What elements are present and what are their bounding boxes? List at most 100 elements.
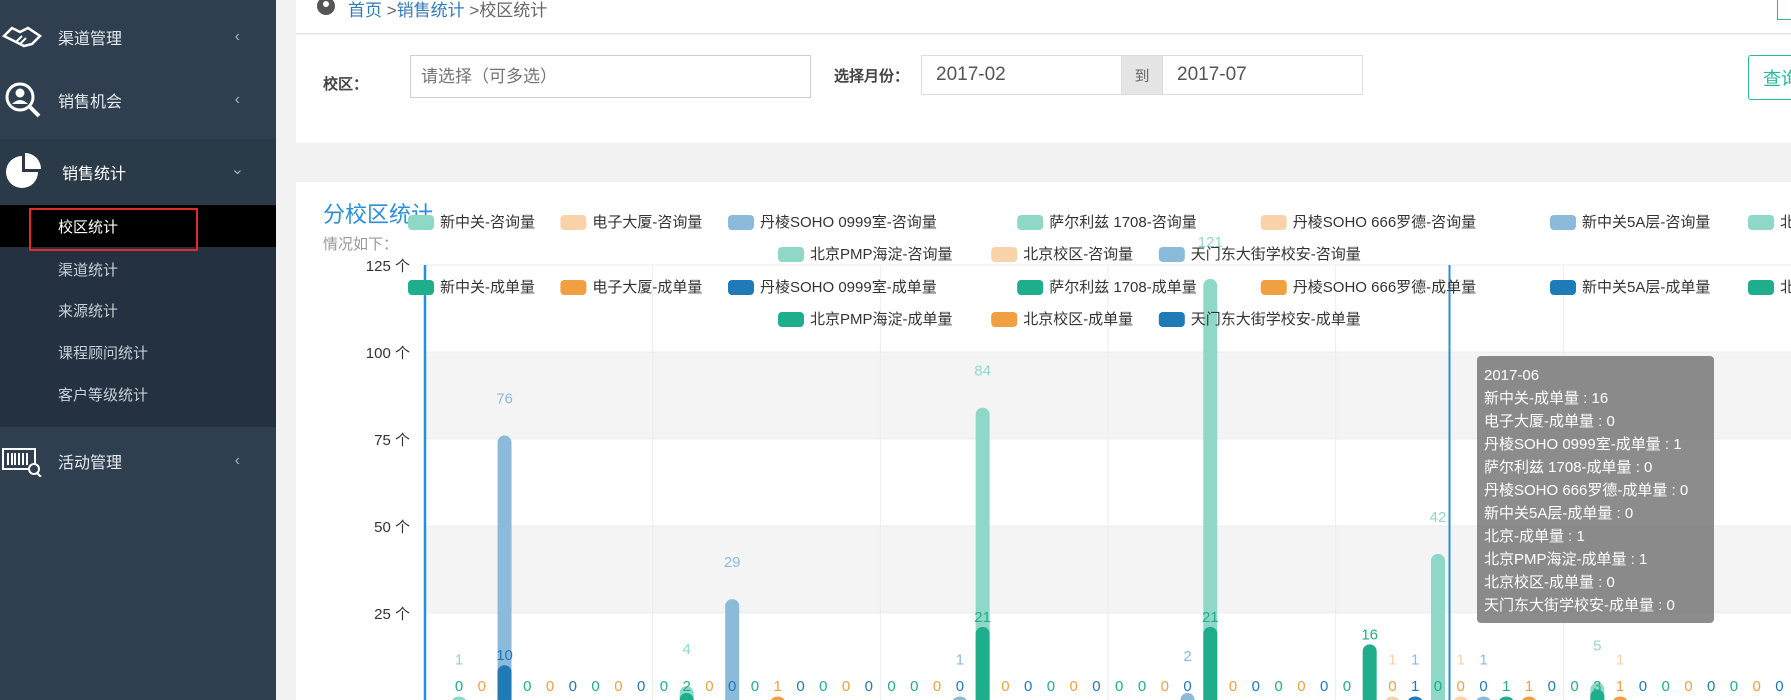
legend-label: 新中关5A层-咨询量 — [1582, 214, 1710, 231]
data-label: 0 — [1548, 678, 1556, 695]
sidebar-item-label: 活动管理 — [58, 455, 123, 472]
data-label: 1 — [1525, 678, 1533, 695]
data-label: 1 — [1457, 652, 1465, 669]
legend-label: 丹棱SOHO 666罗德-咨询量 — [1293, 213, 1476, 231]
legend-swatch — [1017, 280, 1044, 295]
legend-label: 新中关5A层-成单量 — [1582, 279, 1710, 296]
legend-swatch — [408, 215, 434, 230]
tooltip-row: 新中关-成单量 : 16 — [1484, 390, 1609, 407]
deal-bar — [1499, 696, 1514, 700]
data-label: 0 — [1297, 678, 1305, 695]
sidebar-item-channel-management[interactable]: 渠道管理 ‹ — [0, 6, 276, 68]
legend-label: 萨尔利兹 1708-成单量 — [1049, 279, 1197, 296]
data-label: 0 — [1639, 678, 1647, 695]
data-label: 0 — [1434, 678, 1442, 695]
data-label: 0 — [1457, 678, 1465, 695]
data-label: 0 — [523, 678, 531, 695]
breadcrumb-section-link[interactable]: 销售统计 — [397, 1, 465, 20]
data-label: 21 — [974, 609, 991, 626]
chart-subtitle: 情况如下： — [323, 236, 398, 253]
data-label: 0 — [1684, 678, 1692, 695]
chevron-left-icon: ‹ — [234, 452, 240, 469]
tooltip-row: 北京校区-成单量 : 0 — [1484, 574, 1615, 591]
filter-panel: 校区： 选择月份： 到 查询 — [296, 35, 1791, 143]
month-from-input[interactable] — [921, 55, 1122, 95]
consult-bar — [452, 696, 466, 700]
data-label: 10 — [496, 647, 513, 664]
tooltip-row: 电子大厦-成单量 : 0 — [1484, 413, 1615, 430]
submenu-item-consultant-statistics[interactable]: 课程顾问统计 — [58, 342, 148, 363]
data-label: 1 — [956, 652, 964, 669]
legend-swatch — [991, 312, 1018, 327]
legend-label: 北京PMP海淀-咨询量 — [810, 246, 953, 263]
data-label: 0 — [1115, 678, 1123, 695]
chevron-left-icon: ‹ — [234, 28, 240, 45]
sidebar-item-sales-opportunity[interactable]: 销售机会 ‹ — [0, 69, 276, 131]
submenu-item-source-statistics[interactable]: 来源统计 — [58, 300, 118, 321]
sidebar: 渠道管理 ‹ 销售机会 ‹ 销售统计 ‹ 校区统计 渠道统计 来源统计 课程顾问… — [0, 0, 276, 700]
data-label: 0 — [546, 678, 554, 695]
data-label: 1 — [1411, 678, 1419, 695]
legend-swatch — [1550, 280, 1576, 295]
deal-bar — [1613, 696, 1627, 700]
sidebar-item-sales-statistics[interactable]: 销售统计 ‹ — [0, 139, 276, 205]
breadcrumb-home-link[interactable]: 首页 — [348, 1, 382, 20]
sidebar-item-activity-management[interactable]: 活动管理 ‹ — [0, 430, 276, 492]
tooltip-row: 北京PMP海淀-成单量 : 1 — [1484, 551, 1648, 568]
data-label: 0 — [1661, 678, 1669, 695]
data-label: 0 — [478, 678, 486, 695]
data-label: 0 — [1138, 678, 1146, 695]
data-label: 0 — [1161, 678, 1169, 695]
data-label: 0 — [1229, 678, 1237, 695]
month-to-input[interactable] — [1162, 55, 1363, 95]
data-label: 42 — [1430, 509, 1447, 526]
data-label: 1 — [1502, 678, 1510, 695]
submenu-item-channel-statistics[interactable]: 渠道统计 — [58, 259, 118, 280]
breadcrumb-separator: > — [382, 1, 397, 20]
breadcrumb-bar: 首页 >销售统计 >校区统计 — [296, 0, 1791, 34]
sidebar-item-label: 渠道管理 — [58, 31, 123, 48]
data-label: 1 — [1616, 652, 1624, 669]
campus-select[interactable] — [410, 55, 811, 98]
legend-swatch — [1748, 280, 1774, 295]
legend-label: 北京-成单量 — [1780, 279, 1791, 296]
legend-swatch — [778, 312, 804, 327]
data-label: 0 — [637, 678, 645, 695]
sidebar-item-label: 销售机会 — [58, 94, 123, 111]
deal-bar — [497, 665, 512, 700]
data-label: 21 — [1202, 609, 1219, 626]
deal-bar — [1408, 696, 1422, 700]
legend-swatch — [408, 280, 434, 295]
legend-swatch — [1017, 215, 1044, 230]
data-label: 0 — [1388, 678, 1396, 695]
submenu-item-campus-statistics[interactable]: 校区统计 — [58, 216, 118, 237]
legend-label: 萨尔利兹 1708-咨询量 — [1049, 214, 1197, 231]
deal-bar — [975, 626, 990, 700]
data-label: 0 — [705, 678, 713, 695]
submenu-item-customer-level-statistics[interactable]: 客户等级统计 — [58, 384, 148, 405]
data-label: 1 — [1479, 652, 1487, 669]
legend-label: 电子大厦-成单量 — [592, 279, 702, 296]
to-label: 到 — [1122, 55, 1162, 95]
data-label: 3 — [1593, 678, 1601, 695]
data-label: 0 — [455, 678, 463, 695]
pie-chart-icon — [2, 152, 42, 192]
data-label: 1 — [1411, 652, 1419, 669]
tooltip-row: 丹棱SOHO 0999室-成单量 : 1 — [1484, 436, 1682, 453]
data-label: 0 — [569, 678, 577, 695]
data-label: 0 — [1570, 678, 1578, 695]
query-button[interactable]: 查询 — [1748, 55, 1791, 100]
data-label: 0 — [1092, 678, 1100, 695]
data-label: 0 — [910, 678, 918, 695]
legend-swatch — [728, 215, 754, 230]
tooltip-row: 天门东大街学校安-成单量 : 0 — [1484, 597, 1675, 614]
toolbar-button-edge[interactable] — [1777, 0, 1791, 20]
deal-bar — [1522, 696, 1536, 700]
legend-swatch — [1748, 215, 1774, 230]
data-label: 0 — [1252, 678, 1260, 695]
data-label: 0 — [591, 678, 599, 695]
data-label: 0 — [1707, 678, 1715, 695]
consult-bar — [1385, 696, 1400, 700]
deal-bar — [1362, 644, 1377, 700]
breadcrumb-current: 校区统计 — [479, 1, 548, 20]
